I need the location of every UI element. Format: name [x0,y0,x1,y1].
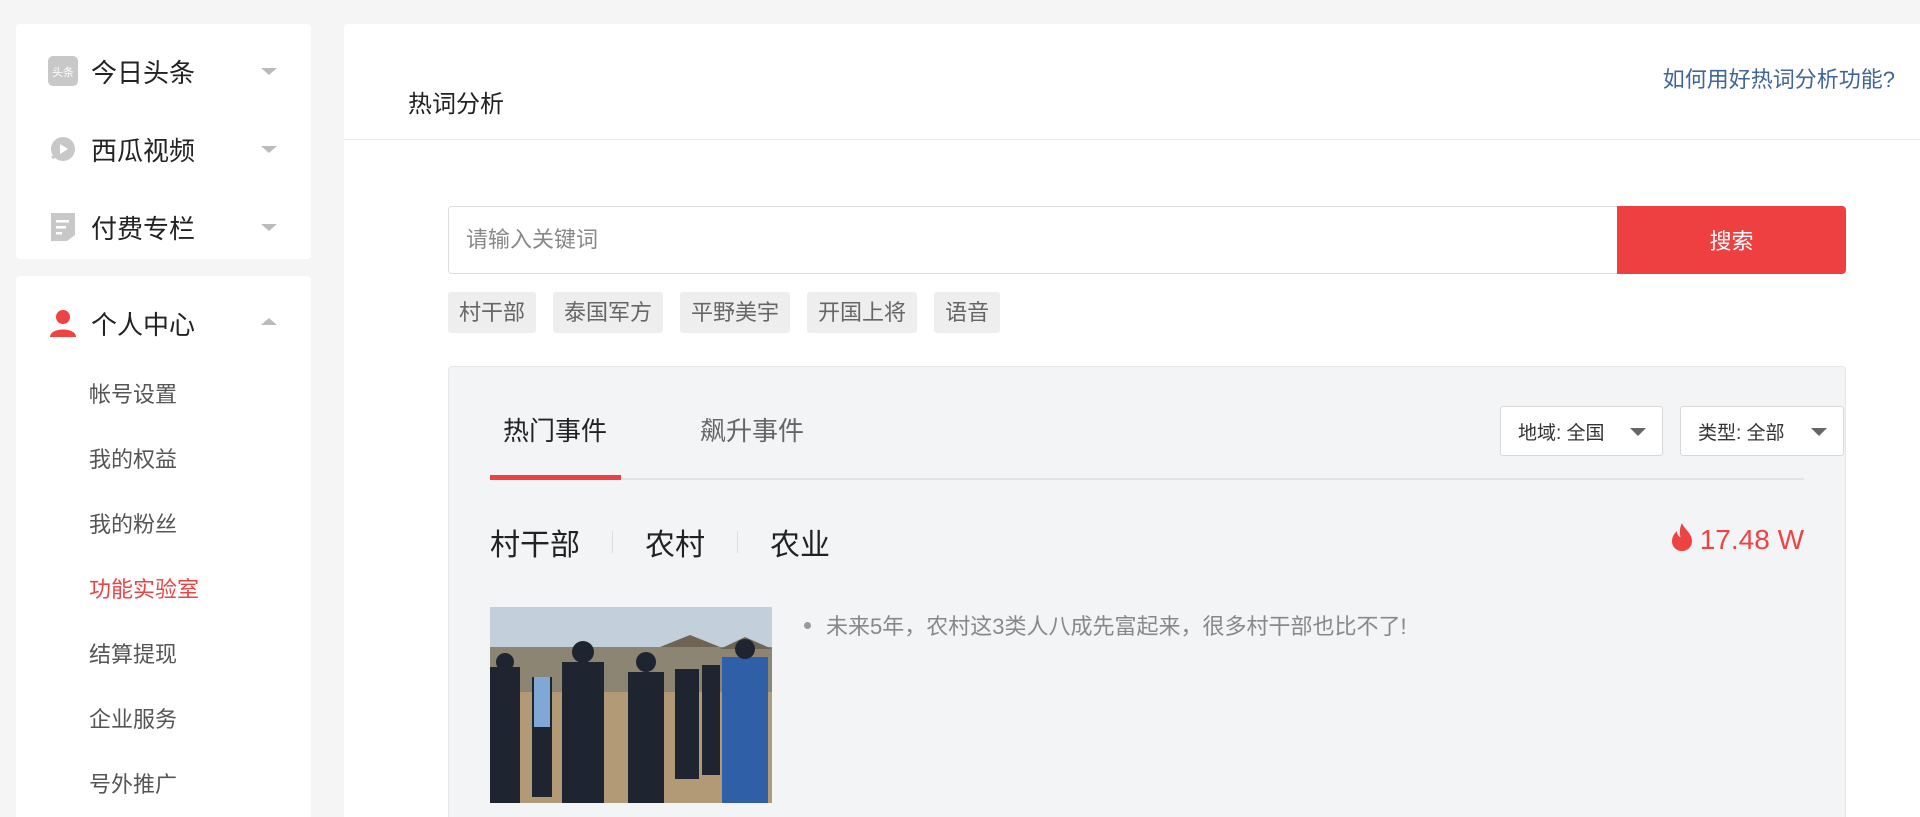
nav-group-paid-column[interactable]: 付费专栏 [16,188,311,266]
nav-group-label: 个人中心 [91,309,196,340]
tab-hot-events[interactable]: 热门事件 [503,411,607,448]
xigua-video-icon [47,133,79,165]
type-filter-select[interactable]: 类型: 全部 [1680,406,1844,456]
nav-group-personal-center[interactable]: 个人中心 [16,284,311,362]
nav-group-label: 付费专栏 [91,213,196,244]
personal-nav: 个人中心 帐号设置 我的权益 我的粉丝 功能实验室 结算提现 企业服务 号外推广 [16,276,311,817]
event-keyword[interactable]: 农业 [770,520,830,564]
bullet-icon [804,621,811,629]
chevron-down-icon [1630,428,1646,436]
event-thumbnail[interactable] [490,607,772,803]
chevron-down-icon [1811,428,1827,436]
page-header: 热词分析 如何用好热词分析功能? [344,24,1920,140]
flame-icon [1670,522,1694,557]
heat-value: 17.48 W [1699,523,1804,555]
nav-group-label: 今日头条 [91,57,196,88]
chevron-down-icon [261,68,277,75]
suggested-tags: 村干部 泰国军方 平野美宇 开国上将 语音 [448,292,1017,333]
nav-group-toutiao[interactable]: 头条 今日头条 [16,32,311,110]
event-tabs: 热门事件 飙升事件 地域: 全国 类型: 全部 [490,367,1844,480]
region-filter-select[interactable]: 地域: 全国 [1500,406,1663,456]
main-panel: 热词分析 如何用好热词分析功能? 搜索 村干部 泰国军方 平野美宇 开国上将 语… [344,24,1920,817]
toutiao-badge-text: 头条 [52,65,74,79]
suggested-tag[interactable]: 村干部 [448,292,537,333]
search-button[interactable]: 搜索 [1617,206,1846,274]
paid-column-icon [47,211,79,243]
news-item[interactable]: 未来5年，农村这3类人八成先富起来，很多村干部也比不了! [804,609,1407,641]
sidebar-item-feature-lab[interactable]: 功能实验室 [16,557,311,622]
type-filter-value: 类型: 全部 [1698,422,1785,444]
platform-nav: 头条 今日头条 西瓜视频 付费专栏 [16,24,311,259]
event-keyword[interactable]: 村干部 [490,520,580,564]
page: 头条 今日头条 西瓜视频 付费专栏 个人中心 帐号设置 我的权益 我的粉丝 功能… [0,0,1920,817]
sidebar-item-settlement[interactable]: 结算提现 [16,622,311,687]
sidebar: 头条 今日头条 西瓜视频 付费专栏 个人中心 帐号设置 我的权益 我的粉丝 功能… [16,24,311,817]
chevron-up-icon [261,318,277,325]
chevron-down-icon [261,224,277,231]
nav-group-xigua[interactable]: 西瓜视频 [16,110,311,188]
region-filter-value: 地域: 全国 [1518,422,1605,444]
chevron-down-icon [261,146,277,153]
personal-submenu: 帐号设置 我的权益 我的粉丝 功能实验室 结算提现 企业服务 号外推广 [16,362,311,817]
sidebar-item-promotion[interactable]: 号外推广 [16,752,311,817]
suggested-tag[interactable]: 语音 [934,292,1001,333]
search-bar: 搜索 [448,206,1846,274]
sidebar-item-my-fans[interactable]: 我的粉丝 [16,492,311,557]
toutiao-icon: 头条 [47,55,79,87]
sidebar-item-account-settings[interactable]: 帐号设置 [16,362,311,427]
events-panel: 热门事件 飙升事件 地域: 全国 类型: 全部 村干部 农村 农业 17.48 … [448,366,1846,817]
page-title: 热词分析 [408,91,504,118]
search-input[interactable] [448,206,1617,274]
user-icon [47,307,79,339]
news-title: 未来5年，农村这3类人八成先富起来，很多村干部也比不了! [826,614,1407,639]
suggested-tag[interactable]: 开国上将 [807,292,918,333]
heat-score: 17.48 W [1670,522,1804,557]
sidebar-item-enterprise-service[interactable]: 企业服务 [16,687,311,752]
event-keywords: 村干部 农村 农业 [490,520,830,564]
help-link[interactable]: 如何用好热词分析功能? [1663,62,1895,94]
suggested-tag[interactable]: 泰国军方 [553,292,664,333]
suggested-tag[interactable]: 平野美宇 [680,292,791,333]
sidebar-item-my-rights[interactable]: 我的权益 [16,427,311,492]
active-tab-indicator [490,475,621,480]
event-keyword[interactable]: 农村 [645,520,705,564]
tab-rising-events[interactable]: 飙升事件 [700,411,804,448]
nav-group-label: 西瓜视频 [91,135,196,166]
keyword-divider [737,531,738,553]
keyword-divider [612,531,613,553]
